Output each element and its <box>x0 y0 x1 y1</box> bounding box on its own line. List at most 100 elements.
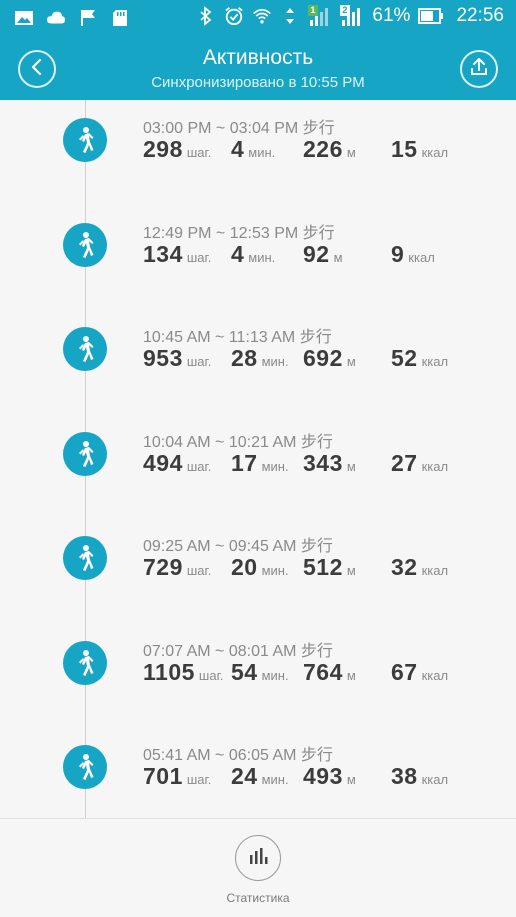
meters-value: 92 <box>303 240 330 267</box>
stat-steps: 701 шаг. <box>143 763 211 790</box>
walking-icon <box>63 745 107 789</box>
stat-kcal: 27 ккал <box>391 450 448 477</box>
bar-chart-icon <box>247 846 269 870</box>
activity-entry[interactable]: 05:41 AM ~ 06:05 AM 步行 701 шаг. 24 мин. 493 м 3… <box>0 737 516 818</box>
activity-stats: 1105 шаг. 54 мин. 764 м 67 ккал <box>143 659 503 689</box>
meters-value: 226 <box>303 136 343 162</box>
kcal-value: 27 <box>391 449 418 476</box>
walking-icon <box>63 640 107 685</box>
stat-steps: 298 шаг. <box>143 136 211 163</box>
steps-unit: шаг. <box>186 249 212 265</box>
activity-entry[interactable]: 10:45 AM ~ 11:13 AM 步行 953 шаг. 28 мин. 692 м 5… <box>0 319 516 423</box>
activity-time-range: 05:41 AM ~ 06:05 AM 步行 <box>143 747 333 764</box>
meters-value: 764 <box>303 658 343 685</box>
steps-unit: шаг. <box>186 458 212 474</box>
notification-icons <box>14 8 130 28</box>
minutes-value: 28 <box>231 345 258 371</box>
flag-icon <box>78 8 98 28</box>
stat-meters: 512 м <box>303 554 356 581</box>
stat-meters: 692 м <box>303 345 356 372</box>
meters-value: 343 <box>303 449 343 476</box>
statistics-label[interactable]: Статистика <box>0 891 516 905</box>
stat-steps: 494 шаг. <box>143 450 211 477</box>
upload-icon <box>468 56 490 82</box>
statistics-button[interactable] <box>235 835 281 881</box>
steps-value: 298 <box>143 136 183 162</box>
walking-icon <box>63 327 107 371</box>
steps-unit: шаг. <box>186 772 212 787</box>
steps-unit: шаг. <box>186 563 212 578</box>
minutes-unit: мин. <box>248 145 276 160</box>
activity-entry[interactable]: 12:49 PM ~ 12:53 PM 步行 134 шаг. 4 мин. 92 м 9 кк… <box>0 215 516 319</box>
kcal-value: 9 <box>391 240 405 267</box>
activity-entry[interactable]: 09:25 AM ~ 09:45 AM 步行 729 шаг. 20 мин. 512 м 3… <box>0 528 516 632</box>
sim1-label: 1 <box>310 5 316 15</box>
meters-unit: м <box>333 249 343 265</box>
activity-stats: 298 шаг. 4 мин. 226 м 15 ккал <box>143 136 503 166</box>
meters-value: 512 <box>303 554 343 580</box>
kcal-unit: ккал <box>421 458 449 474</box>
activity-timeline[interactable]: 03:00 PM ~ 03:04 PM 步行 298 шаг. 4 мин. 226 м 15… <box>0 100 516 818</box>
meters-unit: м <box>346 354 356 369</box>
sim2-label: 2 <box>342 5 348 15</box>
stat-minutes: 17 мин. <box>231 450 289 477</box>
meters-unit: м <box>346 667 356 683</box>
stat-minutes: 4 мин. <box>231 241 275 268</box>
stat-meters: 226 м <box>303 136 356 163</box>
image-icon <box>14 8 34 28</box>
kcal-unit: ккал <box>408 249 435 265</box>
share-button[interactable] <box>460 50 498 88</box>
activity-stats: 134 шаг. 4 мин. 92 м 9 ккал <box>143 241 503 271</box>
alarm-icon <box>224 6 244 26</box>
kcal-unit: ккал <box>421 354 449 369</box>
signal-sim1-icon: 1 <box>308 5 332 26</box>
minutes-unit: мин. <box>261 354 289 369</box>
activity-time-range: 10:04 AM ~ 10:21 AM 步行 <box>143 433 333 451</box>
kcal-unit: ккал <box>421 145 449 160</box>
bottom-bar: Статистика <box>0 818 516 917</box>
cloud-icon <box>46 8 66 28</box>
sync-status: Синхронизировано в 10:55 PM <box>151 74 365 91</box>
steps-value: 134 <box>143 240 183 267</box>
activity-entry[interactable]: 03:00 PM ~ 03:04 PM 步行 298 шаг. 4 мин. 226 м 15… <box>0 110 516 214</box>
activity-stats: 729 шаг. 20 мин. 512 м 32 ккал <box>143 554 503 584</box>
bluetooth-icon <box>196 6 216 26</box>
minutes-unit: мин. <box>261 458 289 474</box>
kcal-value: 38 <box>391 763 418 789</box>
stat-meters: 343 м <box>303 450 356 477</box>
minutes-value: 24 <box>231 763 258 789</box>
activity-entry[interactable]: 10:04 AM ~ 10:21 AM 步行 494 шаг. 17 мин. 343 м 2… <box>0 424 516 528</box>
meters-value: 493 <box>303 763 343 789</box>
steps-unit: шаг. <box>186 354 212 369</box>
activity-stats: 701 шаг. 24 мин. 493 м 38 ккал <box>143 763 503 793</box>
stat-steps: 953 шаг. <box>143 345 211 372</box>
battery-percent: 61% <box>372 5 411 26</box>
meters-value: 692 <box>303 345 343 371</box>
stat-minutes: 20 мин. <box>231 554 289 581</box>
page-title: Активность <box>202 46 314 69</box>
stat-steps: 134 шаг. <box>143 241 211 268</box>
activity-entry[interactable]: 07:07 AM ~ 08:01 AM 步行 1105 шаг. 54 мин. 764 м… <box>0 633 516 737</box>
stat-minutes: 54 мин. <box>231 659 289 686</box>
kcal-unit: ккал <box>421 667 449 683</box>
activity-time-range: 09:25 AM ~ 09:45 AM 步行 <box>143 538 333 555</box>
kcal-value: 52 <box>391 345 418 371</box>
minutes-unit: мин. <box>248 249 276 265</box>
activity-time-range: 03:00 PM ~ 03:04 PM 步行 <box>143 120 335 137</box>
stat-meters: 493 м <box>303 763 356 790</box>
steps-value: 729 <box>143 554 183 580</box>
meters-unit: м <box>346 563 356 578</box>
kcal-value: 15 <box>391 136 418 162</box>
minutes-unit: мин. <box>261 772 289 787</box>
signal-sim2-icon: 2 <box>340 5 364 26</box>
stat-kcal: 9 ккал <box>391 241 435 268</box>
stat-kcal: 15 ккал <box>391 136 448 163</box>
steps-unit: шаг. <box>186 145 212 160</box>
minutes-unit: мин. <box>261 563 289 578</box>
steps-value: 701 <box>143 763 183 789</box>
stat-steps: 729 шаг. <box>143 554 211 581</box>
minutes-value: 20 <box>231 554 258 580</box>
clock: 22:56 <box>456 5 504 26</box>
minutes-value: 17 <box>231 449 258 476</box>
kcal-value: 67 <box>391 658 418 685</box>
